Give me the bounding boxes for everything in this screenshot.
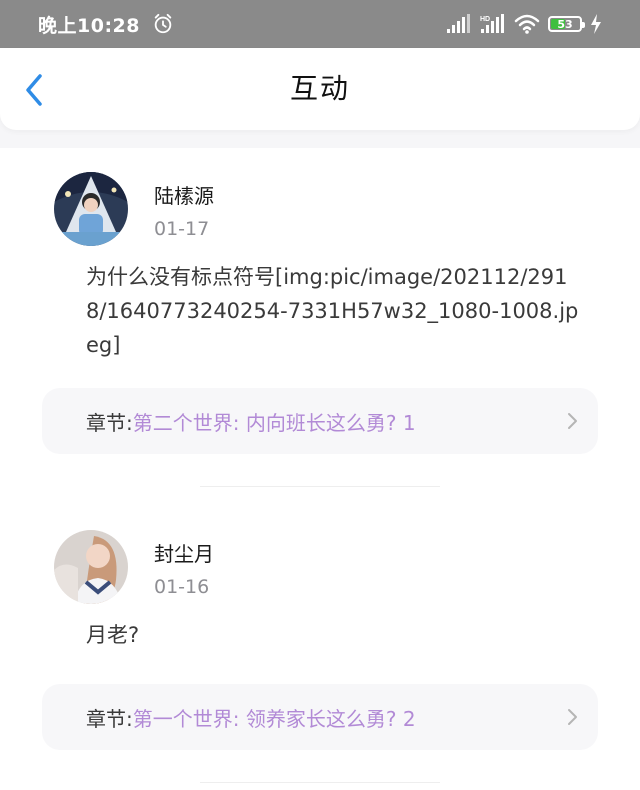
app-header: 互动 xyxy=(0,48,640,130)
status-bar: 晚上10:28 HD 53 xyxy=(0,0,640,48)
avatar-image xyxy=(54,530,128,604)
comment-text: 为什么没有标点符号[img:pic/image/202112/2918/1640… xyxy=(86,265,579,357)
svg-text:HD: HD xyxy=(480,16,490,23)
divider xyxy=(200,782,440,783)
signal-icon xyxy=(447,14,470,33)
page-title: 互动 xyxy=(289,72,350,105)
bolt-icon xyxy=(591,14,601,34)
chevron-right-icon xyxy=(568,413,577,429)
username[interactable]: 封尘月 xyxy=(154,538,214,567)
comment-text: 月老? xyxy=(86,623,140,647)
chapter-title: 第一个世界: 领养家长这么勇? 2 xyxy=(132,706,416,731)
chevron-right-icon xyxy=(568,709,577,725)
comment-date: 01-17 xyxy=(154,218,210,240)
status-time: 晚上10:28 xyxy=(38,14,140,37)
comment-list[interactable]: 陆榡源 01-17 为什么没有标点符号[img:pic/image/202112… xyxy=(0,148,640,790)
chapter-label: 章节: xyxy=(86,410,133,435)
wifi-icon xyxy=(514,14,540,34)
chapter-link[interactable]: 章节: 第二个世界: 内向班长这么勇? 1 xyxy=(42,388,598,454)
battery-level: 53 xyxy=(557,17,573,31)
avatar-image xyxy=(54,172,128,246)
signal-hd-icon: HD xyxy=(480,14,504,33)
username[interactable]: 陆榡源 xyxy=(154,180,214,209)
avatar[interactable] xyxy=(54,530,128,604)
alarm-icon xyxy=(154,13,172,34)
battery-icon: 53 xyxy=(548,16,585,32)
comment-date: 01-16 xyxy=(154,576,210,598)
avatar[interactable] xyxy=(54,172,128,246)
status-icons: HD 53 xyxy=(446,13,602,35)
chapter-label: 章节: xyxy=(86,706,133,731)
chapter-title: 第二个世界: 内向班长这么勇? 1 xyxy=(132,410,416,435)
divider xyxy=(200,486,440,487)
chapter-link[interactable]: 章节: 第一个世界: 领养家长这么勇? 2 xyxy=(42,684,598,750)
